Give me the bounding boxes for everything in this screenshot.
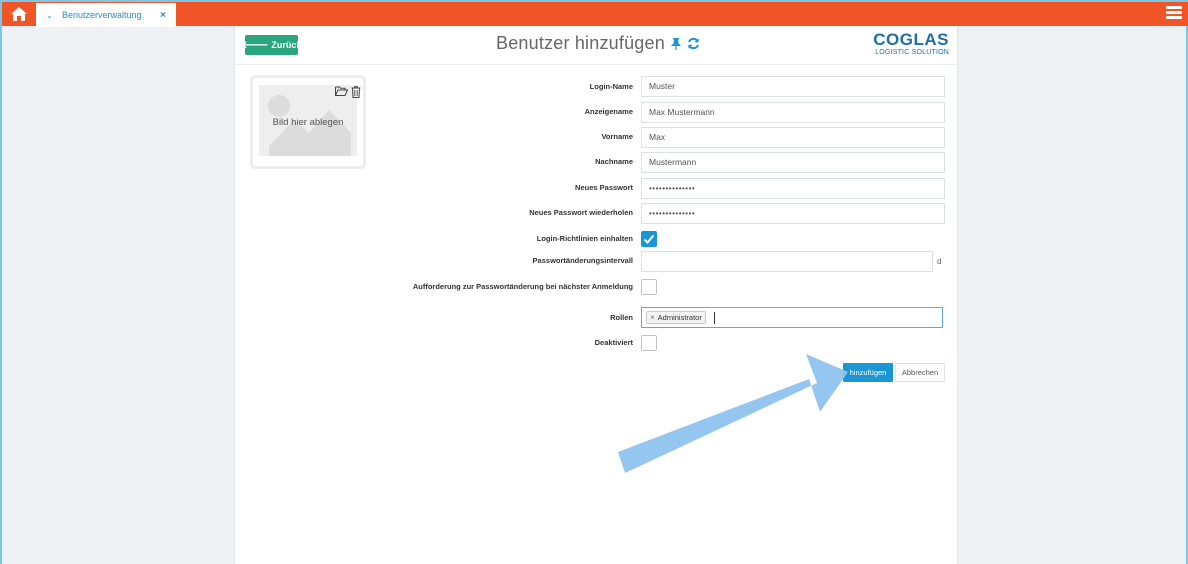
last-name-input[interactable]: Mustermann	[641, 152, 945, 173]
header-divider	[235, 64, 957, 65]
page-panel: 🡐 Zurück Benutzer hinzufügen COGLAS LOGI…	[234, 26, 958, 564]
logo-brand: COGLAS	[873, 30, 949, 49]
role-tag-administrator: × Administrator	[646, 311, 706, 324]
new-password-label: Neues Passwort	[575, 183, 633, 192]
checkmark-icon	[643, 234, 655, 244]
password-interval-unit: d	[937, 257, 942, 266]
chevron-down-icon[interactable]: ⌄	[46, 11, 56, 20]
last-name-label: Nachname	[595, 157, 633, 166]
text-cursor	[714, 312, 715, 324]
display-name-label: Anzeigename	[584, 107, 633, 116]
password-interval-input[interactable]	[641, 251, 933, 272]
pin-icon[interactable]	[671, 38, 681, 50]
hamburger-menu-icon[interactable]	[1166, 6, 1182, 22]
refresh-icon[interactable]	[687, 37, 700, 50]
disabled-checkbox[interactable]	[641, 335, 657, 351]
roles-label: Rollen	[610, 313, 633, 322]
force-change-checkbox[interactable]	[641, 279, 657, 295]
disabled-label: Deaktiviert	[594, 338, 633, 347]
new-password-repeat-input[interactable]: ••••••••••••••	[641, 203, 945, 224]
home-icon	[11, 7, 27, 21]
home-button[interactable]	[4, 2, 34, 26]
back-button-label: Zurück	[271, 40, 302, 50]
first-name-input[interactable]: Max	[641, 127, 945, 148]
password-interval-label: Passwortänderungsintervall	[532, 256, 633, 265]
login-policy-checkbox[interactable]	[641, 231, 657, 247]
page-title: Benutzer hinzufügen	[496, 33, 665, 53]
top-bar: ⌄ Benutzerverwaltung ×	[2, 0, 1188, 27]
new-password-input[interactable]: ••••••••••••••	[641, 178, 945, 199]
display-name-input[interactable]: Max Mustermann	[641, 102, 945, 123]
coglas-logo: COGLAS LOGISTIC SOLUTION	[871, 30, 949, 57]
logo-tagline: LOGISTIC SOLUTION	[875, 49, 949, 56]
login-policy-label: Login-Richtlinien einhalten	[536, 234, 633, 243]
arrow-left-icon: 🡐	[241, 40, 269, 51]
tab-label: Benutzerverwaltung	[62, 10, 142, 20]
tab-benutzerverwaltung[interactable]: ⌄ Benutzerverwaltung ×	[36, 3, 176, 27]
tab-close-icon[interactable]: ×	[156, 10, 170, 21]
back-button[interactable]: 🡐 Zurück	[241, 35, 302, 55]
tag-remove-icon[interactable]: ×	[650, 312, 655, 323]
login-name-input[interactable]: Muster	[641, 76, 945, 97]
force-change-label: Aufforderung zur Passwortänderung bei nä…	[412, 282, 633, 291]
add-button[interactable]: hinzufügen	[843, 363, 893, 382]
roles-tag-input[interactable]: × Administrator	[641, 307, 943, 328]
first-name-label: Vorname	[601, 132, 633, 141]
image-drop-zone[interactable]: Bild hier ablegen	[250, 75, 366, 169]
folder-open-icon[interactable]	[335, 86, 348, 96]
role-tag-label: Administrator	[657, 313, 702, 322]
drop-label: Bild hier ablegen	[272, 117, 344, 128]
login-name-label: Login-Name	[589, 82, 633, 91]
trash-icon[interactable]	[351, 86, 361, 98]
new-password-repeat-label: Neues Passwort wiederholen	[529, 208, 633, 217]
cancel-button[interactable]: Abbrechen	[895, 363, 945, 382]
